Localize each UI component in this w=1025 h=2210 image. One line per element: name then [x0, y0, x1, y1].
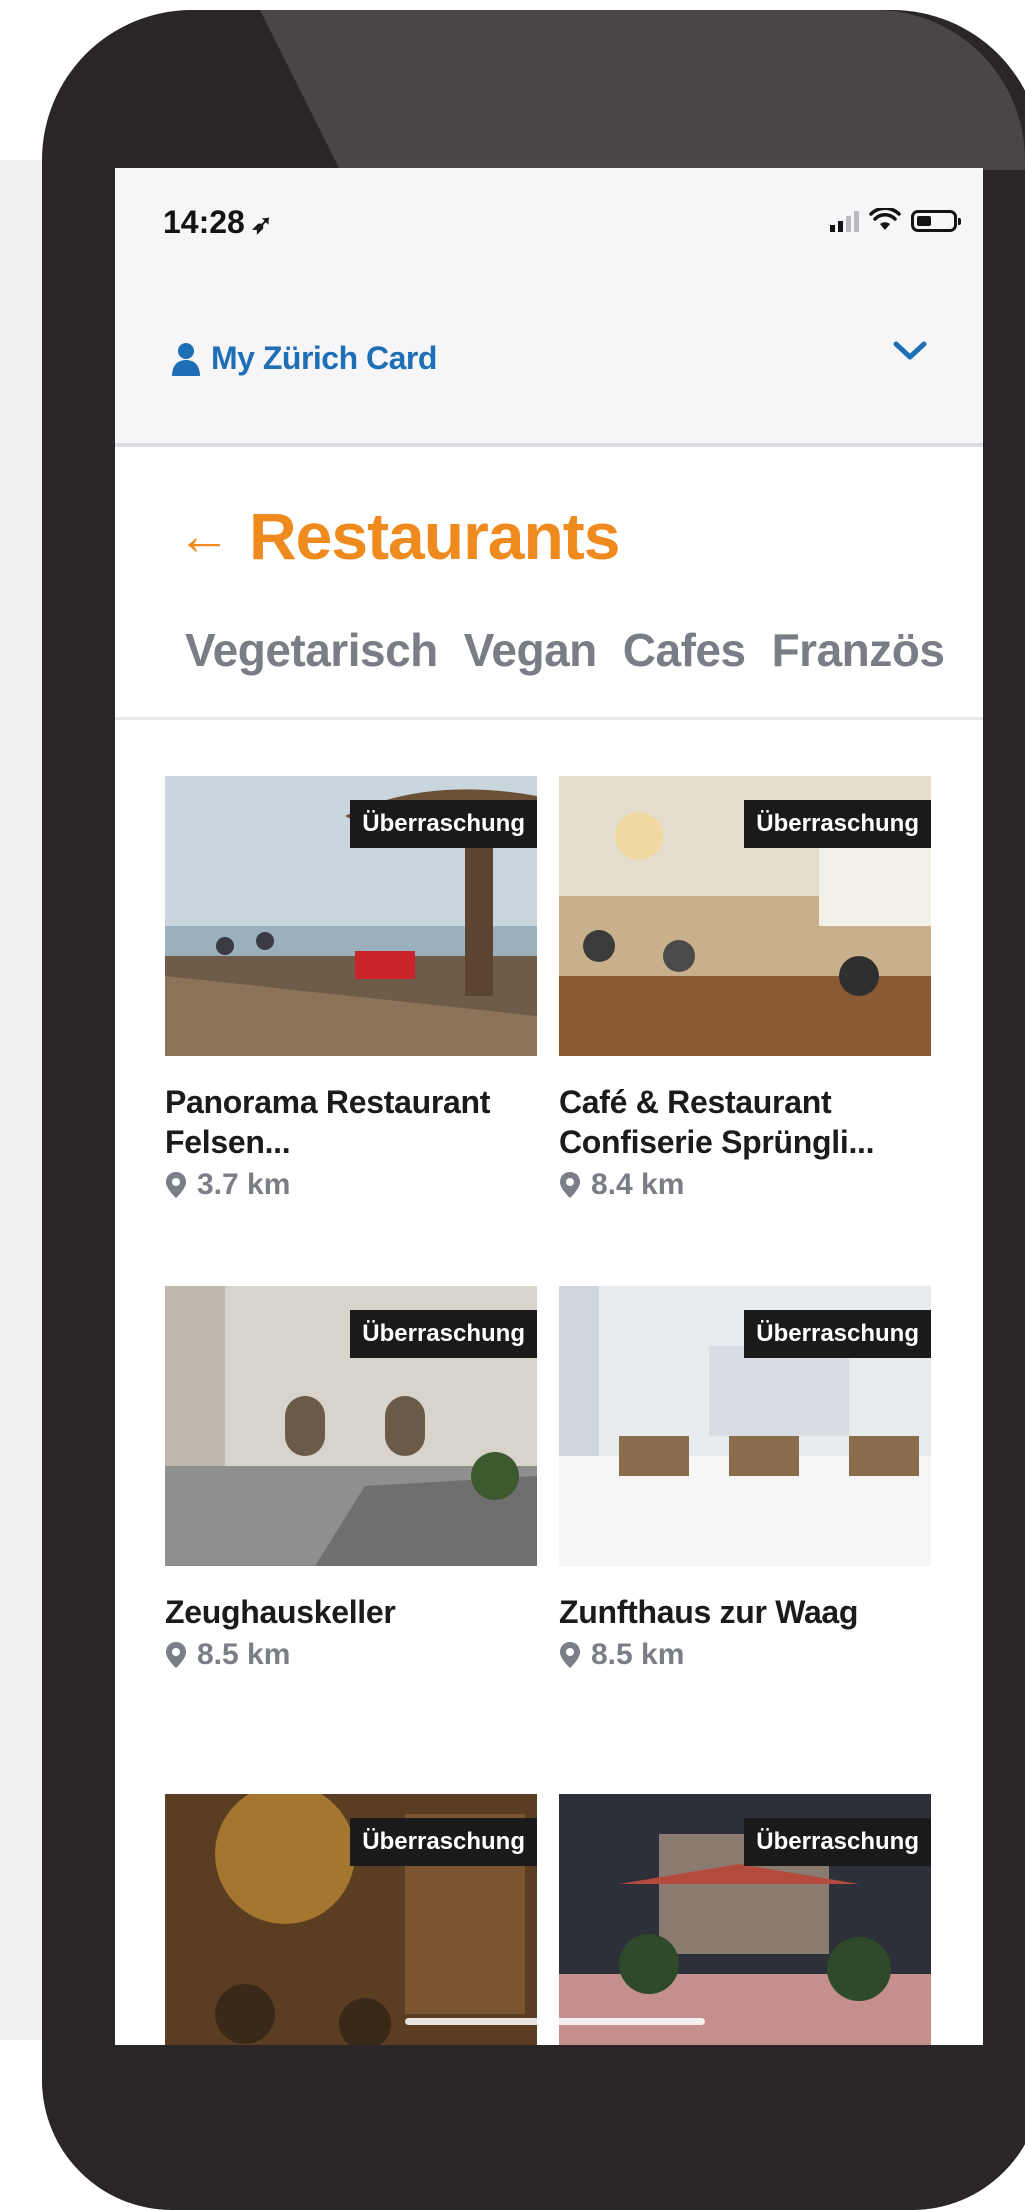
- distance-text: 3.7 km: [197, 1168, 291, 1201]
- account-selector[interactable]: My Zürich Card: [171, 340, 437, 377]
- tab-vegan[interactable]: Vegan: [464, 623, 598, 677]
- restaurant-distance: 8.5 km: [165, 1638, 537, 1672]
- restaurant-name: Zeughauskeller: [165, 1594, 396, 1630]
- category-tabs: Vegetarisch Vegan Cafes Französ: [185, 623, 945, 677]
- status-icons: [830, 208, 961, 232]
- status-badge: Überraschung: [350, 800, 537, 848]
- back-arrow-icon[interactable]: ←: [177, 509, 231, 563]
- status-time-text: 14:28: [163, 204, 245, 240]
- restaurant-card[interactable]: Überraschung: [559, 1794, 931, 2045]
- home-indicator: [405, 2018, 705, 2025]
- restaurant-photo: Überraschung: [559, 1286, 931, 1566]
- restaurant-card[interactable]: Überraschung Panorama Restaurant Felsen.…: [165, 776, 537, 1202]
- status-and-header-area: 14:28 ➶ My Zürich Card: [115, 168, 983, 447]
- app-screen: 14:28 ➶ My Zürich Card ← Restaurants Veg…: [115, 168, 983, 2045]
- map-pin-icon: [560, 1172, 580, 1198]
- tab-franzoesisch[interactable]: Französ: [772, 623, 945, 677]
- restaurant-card[interactable]: Überraschung: [165, 1794, 537, 2045]
- user-icon: [172, 342, 200, 376]
- title-row: ← Restaurants: [177, 498, 620, 574]
- distance-text: 8.4 km: [591, 1168, 685, 1201]
- location-arrow-icon: ➶: [250, 209, 273, 239]
- wifi-icon: [869, 208, 901, 230]
- restaurant-distance: 8.5 km: [559, 1638, 931, 1672]
- restaurant-distance: 8.4 km: [559, 1168, 931, 1202]
- status-badge: Überraschung: [744, 1818, 931, 1866]
- restaurant-card[interactable]: Überraschung Café & Restaurant Confiseri…: [559, 776, 931, 1202]
- signal-icon: [830, 210, 859, 232]
- status-time: 14:28 ➶: [163, 204, 273, 241]
- battery-icon: [911, 210, 961, 232]
- status-badge: Überraschung: [744, 800, 931, 848]
- divider: [115, 717, 983, 720]
- restaurant-photo: Überraschung: [165, 1286, 537, 1566]
- distance-text: 8.5 km: [197, 1638, 291, 1671]
- distance-text: 8.5 km: [591, 1638, 685, 1671]
- restaurant-distance: 3.7 km: [165, 1168, 537, 1202]
- restaurant-photo: Überraschung: [559, 1794, 931, 2045]
- account-label: My Zürich Card: [211, 340, 437, 376]
- restaurant-photo: Überraschung: [165, 1794, 537, 2045]
- map-pin-icon: [166, 1172, 186, 1198]
- tab-cafes[interactable]: Cafes: [623, 623, 746, 677]
- status-badge: Überraschung: [350, 1310, 537, 1358]
- status-badge: Überraschung: [744, 1310, 931, 1358]
- page-title: Restaurants: [249, 499, 620, 573]
- restaurant-card[interactable]: Überraschung Zunfthaus zur Waag 8.5 km: [559, 1286, 931, 1672]
- restaurant-card[interactable]: Überraschung Zeughauskeller 8.5 km: [165, 1286, 537, 1672]
- status-badge: Überraschung: [350, 1818, 537, 1866]
- map-pin-icon: [560, 1642, 580, 1668]
- restaurant-name: Café & Restaurant Confiserie Sprüngli...: [559, 1084, 875, 1160]
- phone-frame-highlight: [260, 10, 1025, 170]
- chevron-down-icon[interactable]: [893, 340, 927, 362]
- restaurant-photo: Überraschung: [165, 776, 537, 1056]
- map-pin-icon: [166, 1642, 186, 1668]
- tab-vegetarisch[interactable]: Vegetarisch: [185, 623, 438, 677]
- restaurant-photo: Überraschung: [559, 776, 931, 1056]
- phone-frame-bottom: [42, 2045, 1025, 2208]
- restaurant-name: Panorama Restaurant Felsen...: [165, 1084, 491, 1160]
- restaurant-name: Zunfthaus zur Waag: [559, 1594, 859, 1630]
